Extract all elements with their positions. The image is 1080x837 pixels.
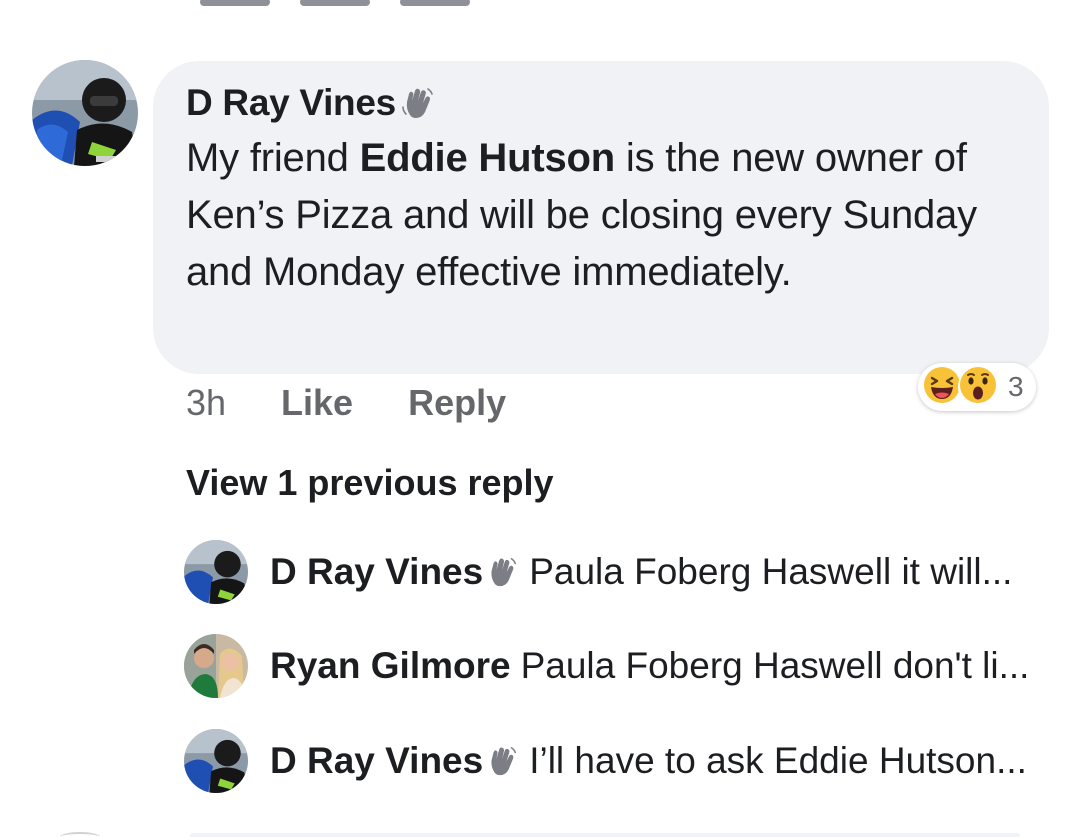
avatar[interactable]	[184, 729, 248, 793]
wow-icon	[958, 365, 1002, 409]
waving-hand-icon	[485, 744, 519, 778]
reply-author-name[interactable]: D Ray Vines	[270, 740, 483, 782]
comment-thread: D Ray Vines My friend Eddie Hutson is th…	[0, 0, 1080, 837]
reply-item[interactable]: D Ray Vines I’ll have to ask Eddie Hutso…	[184, 729, 1027, 793]
mention-link[interactable]: Eddie Hutson	[360, 136, 616, 180]
reply-preview-text: Paula Foberg Haswell don't li...	[520, 645, 1030, 686]
waving-hand-icon	[400, 85, 436, 121]
reply-preview-text: I’ll have to ask Eddie Hutson...	[529, 740, 1027, 781]
comment-text-before: My friend	[186, 136, 360, 180]
reply-button[interactable]: Reply	[408, 382, 506, 424]
reply-item[interactable]: Ryan Gilmore Paula Foberg Haswell don't …	[184, 634, 1029, 698]
reaction-summary[interactable]: 3	[918, 363, 1036, 411]
comment-timestamp[interactable]: 3h	[186, 382, 226, 424]
comment-actions: 3h Like Reply	[186, 380, 561, 426]
reply-preview-text: Paula Foberg Haswell it will...	[529, 551, 1013, 592]
reply-author-name[interactable]: Ryan Gilmore	[270, 645, 511, 687]
comment-header: D Ray Vines	[186, 80, 436, 126]
avatar[interactable]	[184, 540, 248, 604]
previous-comment-actions	[200, 0, 520, 6]
avatar[interactable]	[32, 60, 138, 166]
comment-body: My friend Eddie Hutson is the new owner …	[186, 130, 1036, 301]
view-previous-replies-link[interactable]: View 1 previous reply	[186, 462, 554, 504]
reply-author-name[interactable]: D Ray Vines	[270, 551, 483, 593]
reaction-count: 3	[1008, 371, 1024, 402]
avatar[interactable]	[184, 634, 248, 698]
like-button[interactable]: Like	[281, 382, 353, 424]
comment-author-name[interactable]: D Ray Vines	[186, 82, 396, 124]
waving-hand-icon	[485, 555, 519, 589]
next-comment-avatar-edge	[60, 832, 100, 837]
reply-item[interactable]: D Ray Vines Paula Foberg Haswell it will…	[184, 540, 1012, 604]
next-comment-bubble-edge	[190, 833, 1020, 837]
